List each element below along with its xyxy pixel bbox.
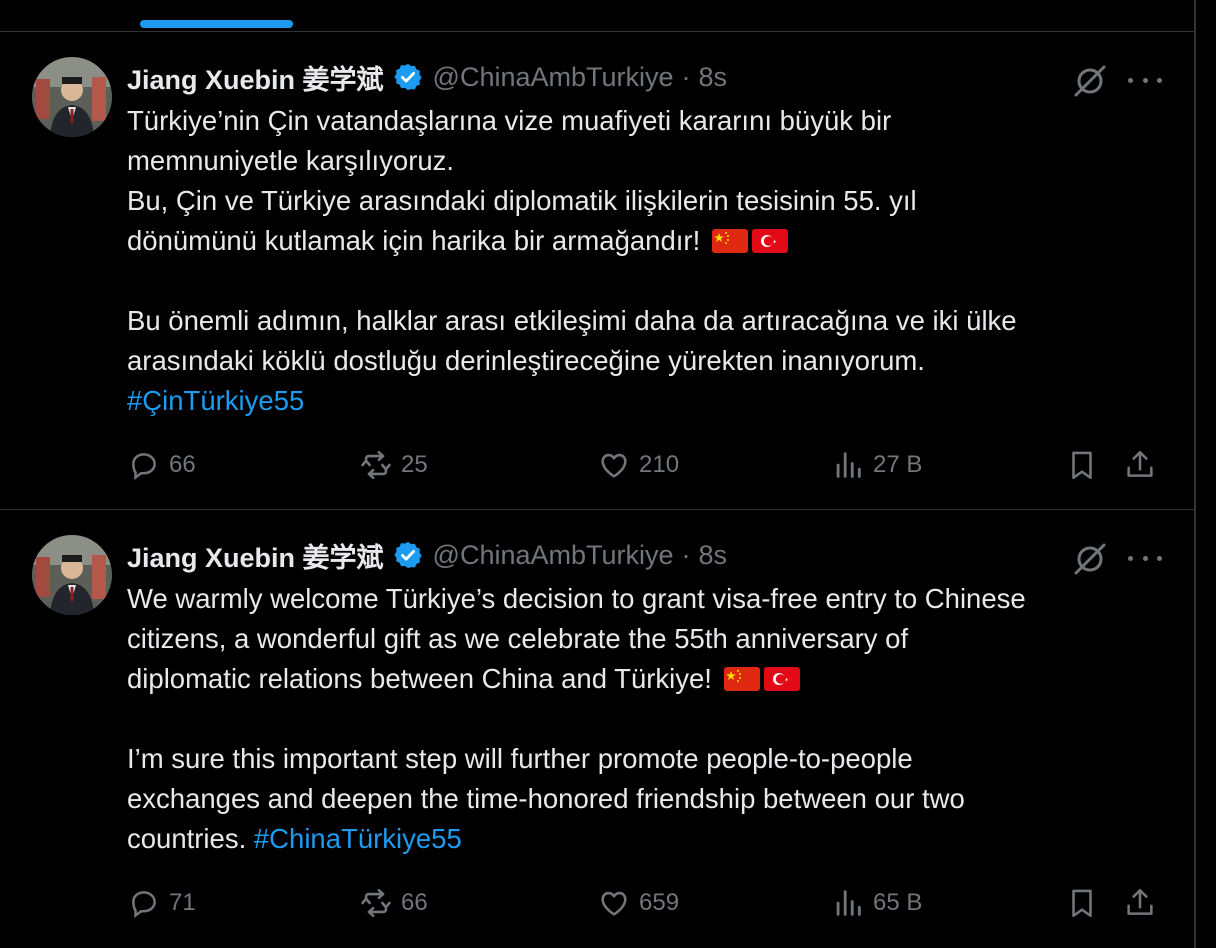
hashtag-link[interactable]: #ÇinTürkiye55 xyxy=(127,385,304,416)
reply-count: 66 xyxy=(169,451,196,478)
text-line: Bu, Çin ve Türkiye arasındaki diplomatik… xyxy=(127,185,917,216)
share-button[interactable] xyxy=(1123,445,1165,485)
repost-icon xyxy=(361,450,391,480)
turkey-flag-icon xyxy=(751,229,788,253)
text-line: exchanges and deepen the time-honored fr… xyxy=(127,783,965,814)
text-segment: dönümünü kutlamak için harika bir armağa… xyxy=(127,225,701,256)
turkey-flag-icon xyxy=(763,667,800,691)
views-button[interactable]: 27 B xyxy=(831,445,922,485)
china-flag-icon xyxy=(723,667,760,691)
like-button[interactable]: 659 xyxy=(597,883,679,923)
reply-icon xyxy=(132,453,156,481)
avatar[interactable] xyxy=(32,535,112,615)
text-segment: diplomatic relations between China and T… xyxy=(127,663,712,694)
repost-icon xyxy=(361,888,391,918)
views-icon xyxy=(836,452,861,478)
text-line: arasındaki köklü dostluğu derinleştirece… xyxy=(127,345,925,376)
views-icon xyxy=(836,890,861,916)
text-line: Bu önemli adımın, halklar arası etkileşi… xyxy=(127,305,1017,336)
repost-button[interactable]: 25 xyxy=(359,445,428,485)
bookmark-icon xyxy=(1072,889,1092,918)
bookmark-button[interactable] xyxy=(1065,445,1107,485)
tweet-actions: 71 66 659 65 B xyxy=(127,883,1167,923)
timestamp[interactable]: 8s xyxy=(699,62,728,93)
text-segment: countries. xyxy=(127,823,247,854)
verified-badge-icon[interactable] xyxy=(393,540,423,570)
active-tab-indicator xyxy=(140,20,293,28)
more-icon[interactable] xyxy=(1128,67,1162,93)
share-icon xyxy=(1127,888,1153,915)
text-line: memnuniyetle karşılıyoruz. xyxy=(127,145,455,176)
views-button[interactable]: 65 B xyxy=(831,883,922,923)
text-line: countries. #ChinaTürkiye55 xyxy=(127,819,1147,859)
bookmark-button[interactable] xyxy=(1065,883,1107,923)
like-icon xyxy=(601,891,627,916)
like-button[interactable]: 210 xyxy=(597,445,679,485)
more-icon[interactable] xyxy=(1128,545,1162,571)
text-line: I’m sure this important step will furthe… xyxy=(127,743,913,774)
author-name[interactable]: Jiang Xuebin 姜学斌 xyxy=(127,536,384,575)
bookmark-icon xyxy=(1072,451,1092,480)
author-name[interactable]: Jiang Xuebin 姜学斌 xyxy=(127,58,384,97)
tweet-header: Jiang Xuebin 姜学斌 @ChinaAmbTurkiye · 8s xyxy=(127,536,727,574)
text-line: We warmly welcome Türkiye’s decision to … xyxy=(127,583,1026,614)
text-line: #ÇinTürkiye55 xyxy=(127,381,1147,421)
repost-count: 25 xyxy=(401,451,428,478)
text-line: citizens, a wonderful gift as we celebra… xyxy=(127,623,909,654)
text-line: dönümünü kutlamak için harika bir armağa… xyxy=(127,221,1147,261)
header-separator: · xyxy=(681,61,691,92)
tweet[interactable]: Jiang Xuebin 姜学斌 @ChinaAmbTurkiye · 8s W… xyxy=(0,509,1194,948)
reply-button[interactable]: 71 xyxy=(127,883,196,923)
share-icon xyxy=(1127,450,1153,477)
avatar[interactable] xyxy=(32,57,112,137)
tweet[interactable]: Jiang Xuebin 姜学斌 @ChinaAmbTurkiye · 8s T… xyxy=(0,31,1194,509)
repost-button[interactable]: 66 xyxy=(359,883,428,923)
like-icon xyxy=(601,453,627,478)
tweet-actions: 66 25 210 27 B xyxy=(127,445,1167,485)
china-flag-icon xyxy=(711,229,748,253)
header-separator: · xyxy=(681,539,691,570)
grok-icon[interactable] xyxy=(1072,541,1108,577)
tweet-text: Türkiye’nin Çin vatandaşlarına vize muaf… xyxy=(127,101,1147,421)
author-handle[interactable]: @ChinaAmbTurkiye xyxy=(433,540,674,571)
verified-badge-icon[interactable] xyxy=(393,62,423,92)
repost-count: 66 xyxy=(401,889,428,916)
hashtag-link[interactable]: #ChinaTürkiye55 xyxy=(254,823,462,854)
reply-count: 71 xyxy=(169,889,196,916)
text-line: diplomatic relations between China and T… xyxy=(127,659,1147,699)
author-handle[interactable]: @ChinaAmbTurkiye xyxy=(433,62,674,93)
timestamp[interactable]: 8s xyxy=(699,540,728,571)
like-count: 659 xyxy=(639,889,680,916)
share-button[interactable] xyxy=(1123,883,1165,923)
reply-button[interactable]: 66 xyxy=(127,445,196,485)
column-border xyxy=(1194,0,1196,948)
text-line: Türkiye’nin Çin vatandaşlarına vize muaf… xyxy=(127,105,892,136)
tweet-header: Jiang Xuebin 姜学斌 @ChinaAmbTurkiye · 8s xyxy=(127,58,727,96)
grok-icon[interactable] xyxy=(1072,63,1108,99)
views-count: 65 B xyxy=(873,889,923,916)
views-count: 27 B xyxy=(873,451,923,478)
tweet-text: We warmly welcome Türkiye’s decision to … xyxy=(127,579,1147,859)
reply-icon xyxy=(132,891,156,919)
like-count: 210 xyxy=(639,451,680,478)
